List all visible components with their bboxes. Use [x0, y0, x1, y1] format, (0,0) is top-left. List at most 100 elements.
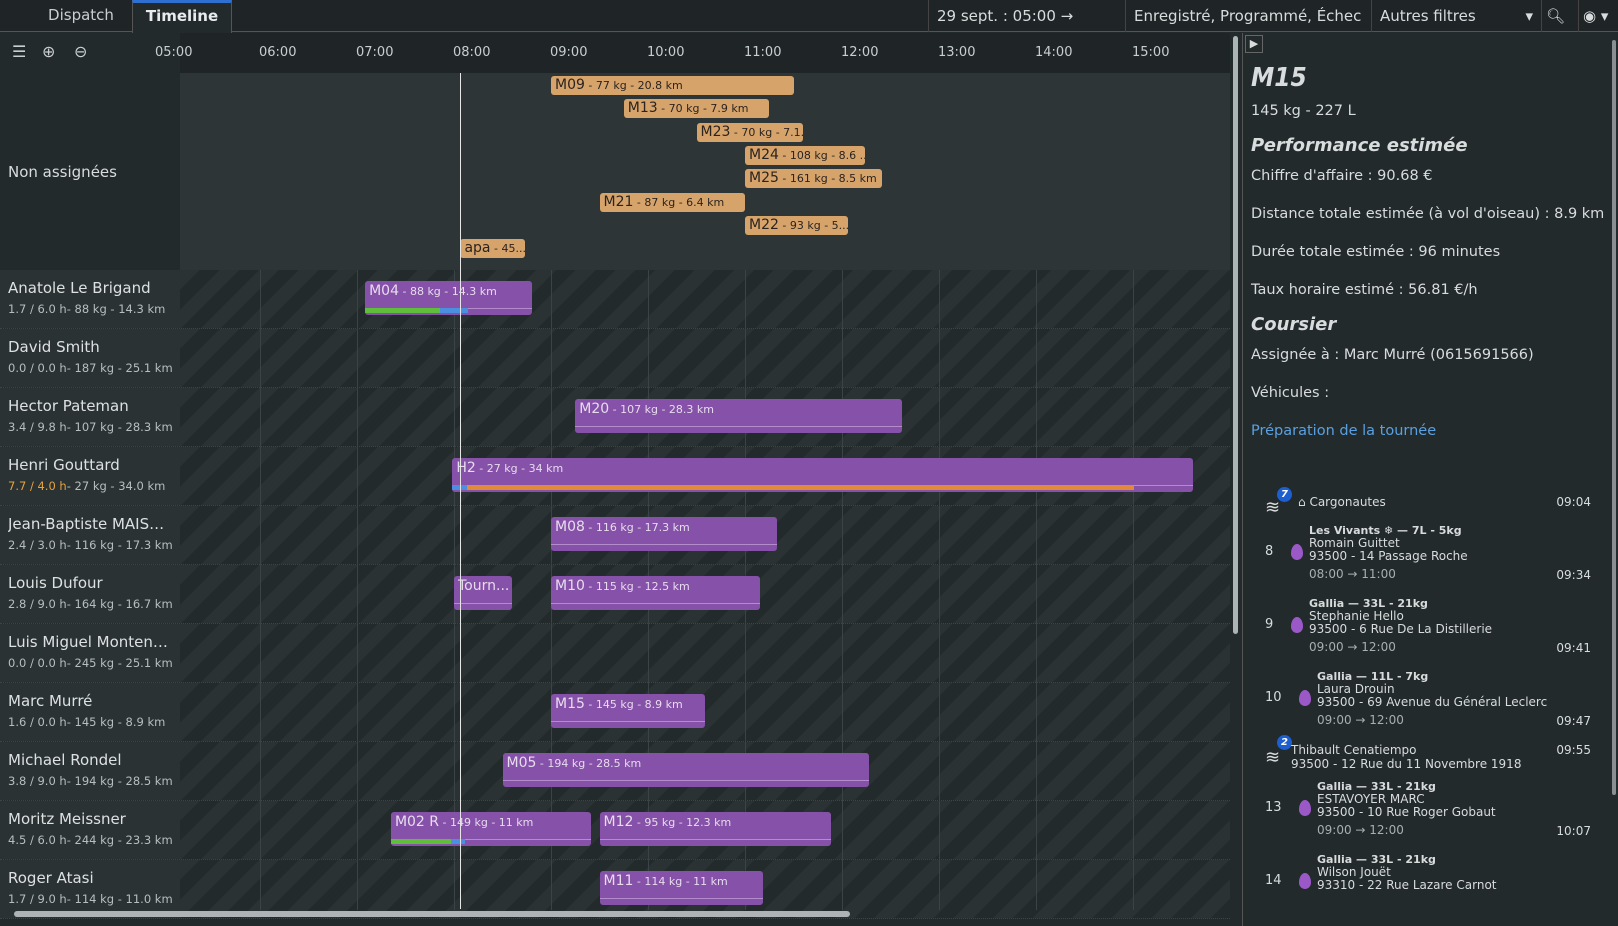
tour-bar[interactable]: M02 R - 149 kg - 11 km	[390, 812, 592, 846]
unassigned-task[interactable]: M24 - 108 kg - 8.6 ...	[745, 145, 865, 165]
tour-baseline	[599, 898, 763, 899]
tour-baseline	[551, 603, 760, 604]
courier-stats: 3.8 / 9.0 h- 194 kg - 28.5 km	[8, 774, 173, 788]
courier-name: Moritz Meissner	[8, 810, 126, 828]
axis-tick: 15:00	[1132, 45, 1170, 60]
top-bar: Dispatch Timeline 29 sept. : 05:00 → 18:…	[0, 0, 1618, 57]
other-filters-label: Autres filtres	[1380, 7, 1476, 25]
zoom-out-icon[interactable]: ⊖	[74, 42, 87, 61]
courier-name: Michael Rondel	[8, 751, 122, 769]
courier-label[interactable]: Michael Rondel 3.8 / 9.0 h- 194 kg - 28.5…	[0, 742, 180, 800]
unassigned-task[interactable]: apa - 45...	[460, 239, 526, 259]
stop-item[interactable]: 14 Gallia — 33L - 21kg Wilson Jouët 93310 -…	[1251, 853, 1611, 923]
tour-baseline	[551, 544, 778, 545]
vertical-scrollbar[interactable]	[1233, 36, 1238, 634]
unassigned-task[interactable]: M22 - 93 kg - 5...	[745, 215, 849, 235]
tour-bar[interactable]: M12 - 95 kg - 12.3 km	[599, 812, 831, 846]
courier-stats-text: 0.0 / 0.0 h- 187 kg - 25.1 km	[8, 361, 173, 375]
expand-panel-icon[interactable]: ▶	[1245, 35, 1263, 53]
tour-title: M15	[1251, 63, 1307, 93]
courier-label[interactable]: Marc Murré 1.6 / 0.0 h- 145 kg - 8.9 km	[0, 683, 180, 741]
stop-address: 93500 - 69 Avenue du Général Leclerc	[1317, 695, 1548, 709]
courier-stats: 1.7 / 9.0 h- 114 kg - 11.0 km	[8, 892, 173, 906]
courier-label[interactable]: David Smith 0.0 / 0.0 h- 187 kg - 25.1 km	[0, 329, 180, 387]
tour-baseline	[502, 780, 870, 781]
courier-label[interactable]: Luis Miguel Monteneg... 0.0 / 0.0 h- 245 …	[0, 624, 180, 682]
tour-bar[interactable]: M11 - 114 kg - 11 km	[599, 871, 763, 905]
tour-id: M02 R	[394, 814, 440, 830]
zoom-in-icon[interactable]: ⊕	[42, 42, 55, 61]
unassigned-task[interactable]: M09 - 77 kg - 20.8 km	[551, 76, 794, 95]
unassigned-task[interactable]: M25 - 161 kg - 8.5 km	[745, 169, 883, 189]
tour-id: M05	[506, 755, 537, 771]
task-info: - 161 kg - 8.5 km	[778, 172, 877, 186]
stop-item[interactable]: 13 Gallia — 33L - 21kg ESTAVOYER MARC 93500…	[1251, 780, 1611, 850]
duration: Durée totale estimée : 96 minutes	[1251, 244, 1501, 260]
stop-item[interactable]: 9 Gallia — 33L - 21kg Stephanie Hello 93500…	[1251, 597, 1611, 667]
tour-baseline	[454, 603, 513, 604]
axis-tick: 10:00	[647, 45, 685, 60]
courier-name: Roger Atasi	[8, 869, 94, 887]
stop-address: 93500 - 6 Rue De La Distillerie	[1309, 622, 1493, 636]
revenue: Chiffre d'affaire : 90.68 €	[1251, 168, 1433, 184]
tour-bar[interactable]: M10 - 115 kg - 12.5 km	[551, 576, 760, 610]
stop-time-window: 09:00 → 12:00	[1317, 713, 1404, 727]
hour-gridline	[939, 270, 940, 910]
courier-stats: 0.0 / 0.0 h- 187 kg - 25.1 km	[8, 361, 173, 375]
account-icon[interactable]: ◉ ▾	[1578, 0, 1618, 32]
stop-item[interactable]: 10 Gallia — 11L - 7kg Laura Drouin 93500 - …	[1251, 670, 1611, 740]
pickup-time: 09:04	[1556, 495, 1591, 509]
tour-bar[interactable]: M20 - 107 kg - 28.3 km	[575, 399, 902, 433]
tab-dispatch[interactable]: Dispatch	[30, 0, 132, 32]
courier-label[interactable]: Henri Gouttard 7.7 / 4.0 h- 27 kg - 34.0 …	[0, 447, 180, 505]
unassigned-label: Non assignées	[8, 163, 117, 181]
courier-stats: 2.4 / 3.0 h- 116 kg - 17.3 km	[8, 538, 173, 552]
courier-label[interactable]: Roger Atasi 1.7 / 9.0 h- 114 kg - 11.0 km	[0, 860, 180, 918]
tour-id: M08	[555, 519, 585, 535]
courier-label[interactable]: Hector Pateman 3.4 / 9.8 h- 107 kg - 28.3…	[0, 388, 180, 446]
tour-progress	[451, 839, 466, 844]
panel-scrollbar[interactable]	[1612, 40, 1616, 795]
axis-tick: 08:00	[453, 45, 491, 60]
horizontal-scrollbar[interactable]	[14, 911, 850, 917]
tour-bar[interactable]: H2 - 27 kg - 34 km	[452, 458, 1193, 492]
task-id: M22	[749, 216, 779, 233]
stop-address: 93500 - 14 Passage Roche	[1309, 549, 1468, 563]
courier-label[interactable]: Anatole Le Brigand 1.7 / 6.0 h- 88 kg - 1…	[0, 270, 180, 328]
stop-eta: 09:41	[1556, 641, 1591, 655]
status-filter[interactable]: Enregistré, Programmé, Échec ▾	[1125, 0, 1371, 57]
tour-progress	[467, 485, 1134, 490]
courier-stats: 3.4 / 9.8 h- 107 kg - 28.3 km	[8, 420, 173, 434]
courier-stats-text: 3.8 / 9.0 h- 194 kg - 28.5 km	[8, 774, 173, 788]
unassigned-task[interactable]: M13 - 70 kg - 7.9 km	[623, 99, 770, 119]
stop-text: Gallia — 11L - 7kg Laura Drouin 93500 - 69…	[1317, 670, 1547, 727]
courier-stats: 0.0 / 0.0 h- 245 kg - 25.1 km	[8, 656, 173, 670]
count-badge: 2	[1277, 735, 1292, 750]
search-icon[interactable]: 🔍︎ ▾	[1541, 0, 1578, 57]
tour-bar[interactable]: M04 - 88 kg - 14.3 km	[365, 281, 532, 315]
date-range-filter[interactable]: 29 sept. : 05:00 → 18:45 ▾	[928, 0, 1125, 57]
tour-info: - 116 kg - 17.3 km	[584, 521, 690, 534]
location-pin-icon	[1299, 800, 1311, 816]
other-filters-dropdown[interactable]: Autres filtres ▾	[1371, 0, 1541, 32]
courier-label[interactable]: Jean-Baptiste MAISON 2.4 / 3.0 h- 116 kg …	[0, 506, 180, 564]
courier-stats-text: 4.5 / 6.0 h- 244 kg - 23.3 km	[8, 833, 173, 847]
courier-stats-text: 1.6 / 0.0 h- 145 kg - 8.9 km	[8, 715, 166, 729]
list-icon[interactable]: ☰	[12, 42, 26, 61]
tour-bar[interactable]: M08 - 116 kg - 17.3 km	[551, 517, 778, 551]
stop-item[interactable]: 8 Les Vivants ❄ — 7L - 5kg Romain Guittet 9…	[1251, 524, 1611, 594]
unassigned-task[interactable]: M23 - 70 kg - 7.1...	[696, 122, 804, 142]
task-info: - 93 kg - 5...	[778, 218, 849, 232]
tab-timeline[interactable]: Timeline	[132, 0, 232, 33]
courier-track	[180, 683, 1230, 741]
courier-label[interactable]: Louis Dufour 2.8 / 9.0 h- 164 kg - 16.7 k…	[0, 565, 180, 623]
unassigned-task[interactable]: M21 - 87 kg - 6.4 km	[599, 192, 745, 212]
tour-id: M15	[555, 696, 585, 712]
tour-id: M04	[369, 283, 399, 299]
courier-label[interactable]: Moritz Meissner 4.5 / 6.0 h- 244 kg - 23.…	[0, 801, 180, 859]
tour-bar[interactable]: Tourn...	[454, 576, 513, 610]
stop-address: 93310 - 22 Rue Lazare Carnot	[1317, 878, 1497, 892]
tour-bar[interactable]: M05 - 194 kg - 28.5 km	[502, 753, 870, 787]
tour-bar[interactable]: M15 - 145 kg - 8.9 km	[551, 694, 705, 728]
tour-preparation-link[interactable]: Préparation de la tournée	[1251, 423, 1618, 439]
